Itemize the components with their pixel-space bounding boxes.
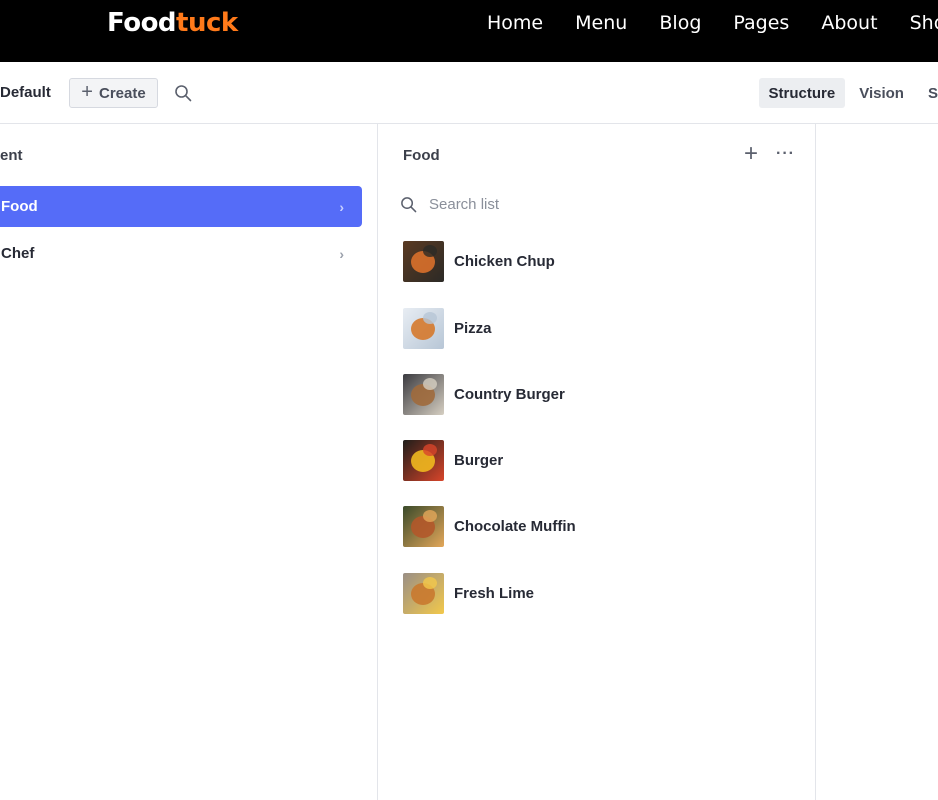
list-item-title: Country Burger — [454, 386, 565, 403]
document-list-pane: Food + ··· Chicken Chup Pizza Country Bu… — [378, 124, 816, 800]
site-nav: Home Menu Blog Pages About Shop — [487, 12, 938, 34]
list-item[interactable]: Chocolate Muffin — [403, 506, 793, 547]
nav-link-blog[interactable]: Blog — [659, 12, 701, 34]
food-thumbnail — [403, 506, 444, 547]
chevron-right-icon: › — [339, 246, 344, 262]
create-button[interactable]: + Create — [69, 78, 158, 108]
list-item-title: Pizza — [454, 320, 492, 337]
studio-toolbar: Default + Create Structure Vision S — [0, 62, 938, 124]
search-icon[interactable] — [174, 84, 192, 102]
plus-icon: + — [81, 80, 93, 103]
content-item-label: Chef — [1, 245, 35, 262]
nav-link-home[interactable]: Home — [487, 12, 543, 34]
pane-actions: + ··· — [744, 142, 795, 166]
site-header: Foodtuck Home Menu Blog Pages About Shop — [0, 0, 938, 62]
search-list-input[interactable] — [429, 195, 729, 213]
document-list-title: Food — [403, 147, 440, 164]
food-thumbnail — [403, 374, 444, 415]
content-item-chef[interactable]: Chef › — [0, 233, 362, 274]
content-pane: ent Food › Chef › — [0, 124, 378, 800]
food-thumbnail — [403, 573, 444, 614]
food-thumbnail — [403, 440, 444, 481]
brand-logo-part1: Food — [107, 8, 177, 38]
list-item[interactable]: Burger — [403, 440, 793, 481]
list-search — [400, 192, 780, 216]
workspace-switcher[interactable]: Default — [0, 84, 51, 101]
food-thumbnail — [403, 308, 444, 349]
brand-logo-part2: tuck — [176, 8, 238, 38]
content-pane-title: ent — [0, 147, 23, 164]
create-button-label: Create — [98, 84, 146, 102]
chevron-right-icon: › — [339, 199, 344, 215]
list-item[interactable]: Fresh Lime — [403, 573, 793, 614]
brand-logo[interactable]: Foodtuck — [107, 8, 238, 38]
nav-link-menu[interactable]: Menu — [575, 12, 627, 34]
tool-structure[interactable]: Structure — [758, 78, 846, 108]
list-item-title: Chocolate Muffin — [454, 518, 576, 535]
document-pane-empty — [816, 124, 938, 800]
more-dots-icon[interactable]: ··· — [776, 145, 795, 163]
nav-link-about[interactable]: About — [821, 12, 877, 34]
list-item-title: Burger — [454, 452, 504, 469]
nav-link-shop[interactable]: Shop — [910, 12, 938, 34]
search-icon — [401, 196, 417, 212]
tool-vision[interactable]: Vision — [849, 78, 914, 108]
list-item[interactable]: Country Burger — [403, 374, 793, 415]
food-thumbnail — [403, 241, 444, 282]
tool-third[interactable]: S — [918, 78, 938, 108]
nav-link-pages[interactable]: Pages — [733, 12, 789, 34]
content-item-label: Food — [1, 198, 38, 215]
tool-switcher: Structure Vision S — [755, 78, 938, 108]
content-item-food[interactable]: Food › — [0, 186, 362, 227]
list-item-title: Fresh Lime — [454, 585, 535, 602]
list-item-title: Chicken Chup — [454, 253, 555, 270]
plus-icon[interactable]: + — [744, 142, 758, 166]
list-item[interactable]: Chicken Chup — [403, 241, 793, 282]
list-item[interactable]: Pizza — [403, 308, 793, 349]
